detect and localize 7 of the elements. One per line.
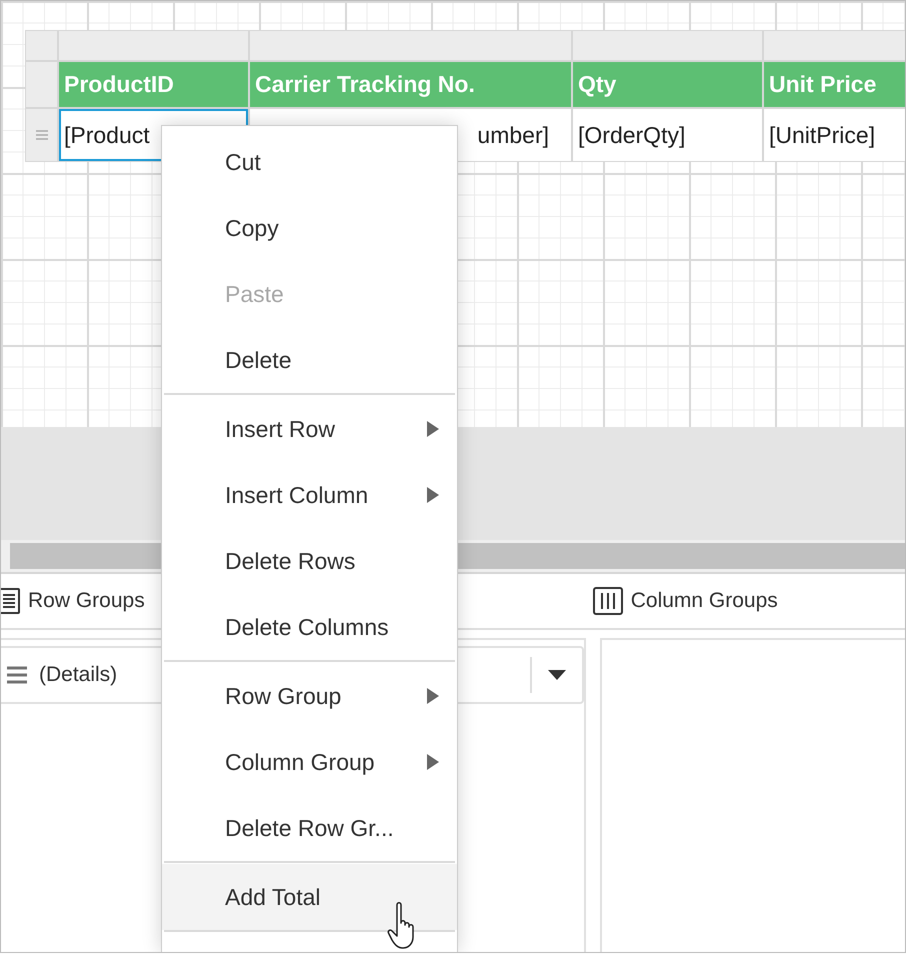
panel-title: Column Groups — [630, 589, 778, 613]
column-header: Qty — [573, 62, 762, 107]
panel-title: Row Groups — [28, 589, 145, 613]
column-header: ProductID — [59, 62, 248, 107]
column-header: Unit Price — [764, 62, 905, 107]
group-name: (Details) — [39, 663, 118, 687]
column-header: Carrier Tracking No. — [250, 62, 571, 107]
